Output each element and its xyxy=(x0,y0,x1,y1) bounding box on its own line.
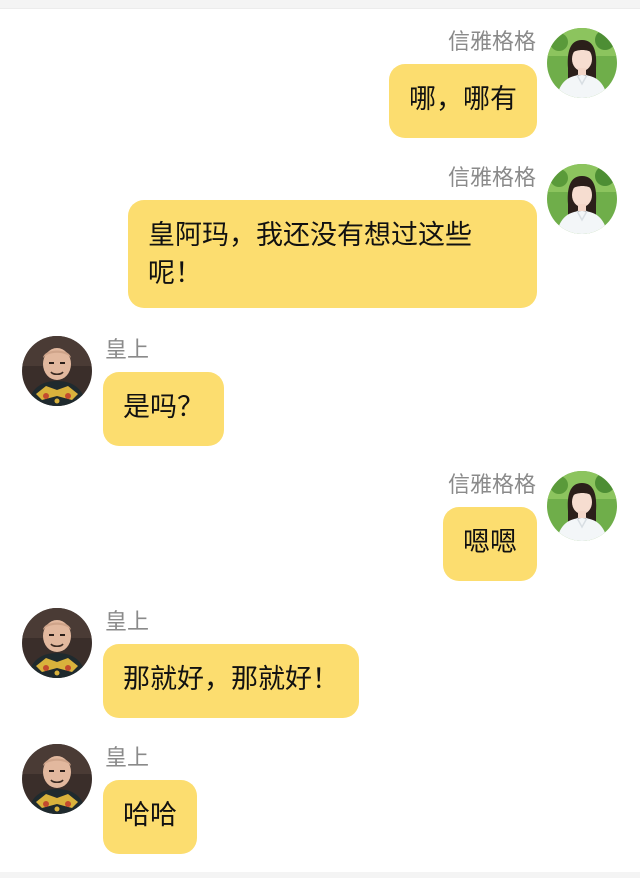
top-divider xyxy=(0,0,640,9)
message-bubble[interactable]: 哈哈 xyxy=(103,780,197,854)
sender-name: 皇上 xyxy=(105,610,150,635)
sender-name: 皇上 xyxy=(105,338,150,363)
message-row: 信雅格格 嗯嗯 xyxy=(0,471,640,583)
emperor-avatar[interactable] xyxy=(22,608,92,678)
message-bubble[interactable]: 哪，哪有 xyxy=(389,64,537,138)
message-bubble[interactable]: 是吗？ xyxy=(103,372,224,446)
message-bubble[interactable]: 那就好，那就好！ xyxy=(103,644,359,718)
young-woman-avatar[interactable] xyxy=(547,28,617,98)
message-row: 信雅格格 哪，哪有 xyxy=(0,28,640,140)
emperor-avatar[interactable] xyxy=(22,744,92,814)
young-woman-avatar[interactable] xyxy=(547,471,617,541)
sender-name: 皇上 xyxy=(105,746,150,771)
message-bubble[interactable]: 皇阿玛，我还没有想过这些呢！ xyxy=(128,200,537,308)
message-row: 皇上 哈哈 xyxy=(0,744,640,856)
emperor-avatar[interactable] xyxy=(22,336,92,406)
message-bubble[interactable]: 嗯嗯 xyxy=(443,507,537,581)
sender-name: 信雅格格 xyxy=(447,166,536,191)
bottom-divider xyxy=(0,872,640,878)
message-row: 信雅格格 皇阿玛，我还没有想过这些呢！ xyxy=(0,164,640,310)
sender-name: 信雅格格 xyxy=(447,473,536,498)
young-woman-avatar[interactable] xyxy=(547,164,617,234)
message-row: 皇上 那就好，那就好！ xyxy=(0,608,640,720)
message-row: 皇上 是吗？ xyxy=(0,336,640,448)
sender-name: 信雅格格 xyxy=(447,30,536,55)
